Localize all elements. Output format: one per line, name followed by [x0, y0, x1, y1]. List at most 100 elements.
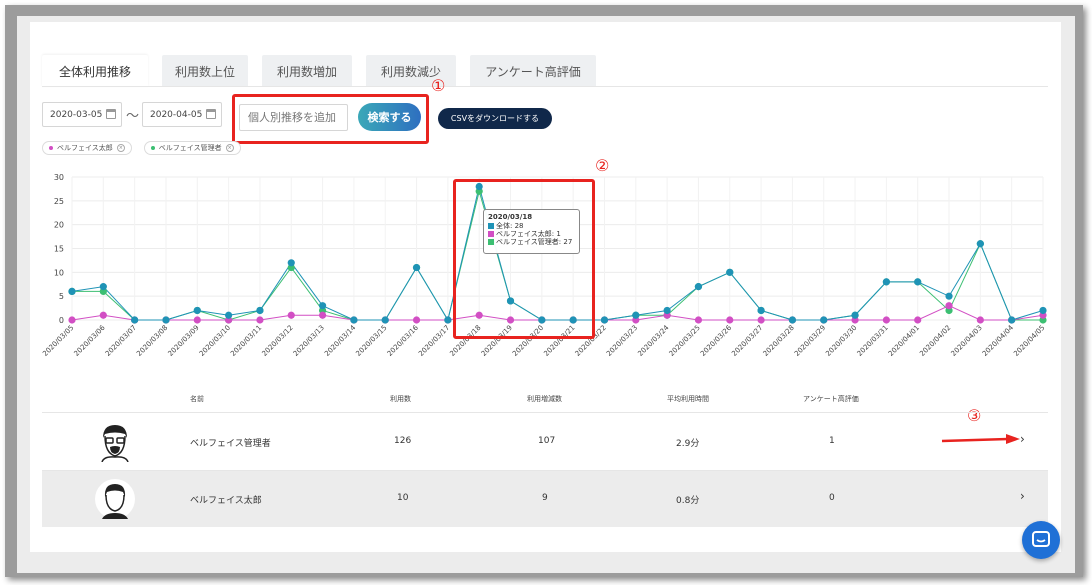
- x-tick-label: 2020/03/12: [260, 324, 294, 358]
- data-point: [381, 316, 389, 324]
- data-point: [945, 302, 953, 310]
- table-row[interactable]: ベルフェイス太郎 10 9 0.8分 0 ›: [42, 471, 1048, 527]
- data-point: [851, 311, 859, 319]
- tooltip-date: 2020/03/18: [488, 213, 533, 221]
- x-tick-label: 2020/03/05: [41, 324, 75, 358]
- x-tick-label: 2020/03/28: [762, 324, 796, 358]
- x-tick-label: 2020/03/06: [73, 323, 108, 358]
- data-point: [99, 311, 107, 319]
- data-point: [882, 316, 890, 324]
- y-tick-label: 30: [54, 173, 64, 182]
- y-tick-label: 20: [54, 221, 64, 230]
- data-point: [318, 311, 327, 319]
- data-point: [914, 278, 922, 286]
- annotation-arrow: [941, 434, 1020, 444]
- x-tick-label: 2020/03/09: [167, 324, 201, 358]
- x-tick-label: 2020/03/24: [636, 323, 671, 358]
- data-point: [1039, 306, 1047, 315]
- data-point: [694, 316, 703, 324]
- data-point: [350, 316, 358, 324]
- data-point: [444, 316, 452, 324]
- data-point: [757, 306, 765, 315]
- data-point: [694, 283, 703, 291]
- user-name: ベルフェイス太郎: [190, 496, 262, 506]
- data-point: [256, 306, 264, 315]
- data-point: [663, 306, 671, 315]
- x-tick-label: 2020/03/07: [104, 324, 138, 358]
- x-tick-label: 2020/04/02: [918, 324, 952, 358]
- annotation-box-chart: [453, 179, 595, 339]
- x-tick-label: 2020/03/15: [354, 324, 388, 358]
- glasses-man-icon: [101, 425, 129, 462]
- survey-rating: 0: [829, 493, 835, 503]
- data-point: [632, 311, 640, 319]
- data-point: [287, 311, 295, 319]
- y-tick-label: 15: [54, 245, 64, 254]
- x-tick-label: 2020/04/01: [887, 324, 921, 358]
- series-swatch: [488, 239, 494, 245]
- header-change: 利用増減数: [527, 395, 562, 403]
- header-name: 名前: [190, 395, 204, 403]
- header-avg-time: 平均利用時間: [667, 395, 709, 403]
- survey-rating: 1: [829, 436, 835, 446]
- chart-tooltip: 2020/03/18 全体: 28 ベルフェイス太郎: 1 ベルフェイス管理者:…: [483, 209, 580, 254]
- data-point: [976, 240, 984, 248]
- data-point: [225, 311, 233, 319]
- data-point: [287, 259, 295, 267]
- y-tick-label: 25: [54, 197, 64, 206]
- x-tick-label: 2020/03/08: [135, 324, 169, 358]
- chat-icon: [1032, 531, 1050, 547]
- average-time: 0.8分: [676, 496, 700, 506]
- chat-support-button[interactable]: [1022, 521, 1060, 559]
- x-tick-label: 2020/03/29: [793, 324, 827, 358]
- x-tick-label: 2020/03/17: [417, 324, 451, 358]
- user-name: ベルフェイス管理者: [190, 439, 271, 449]
- data-point: [976, 316, 984, 324]
- y-tick-label: 5: [59, 292, 64, 301]
- usage-change: 9: [542, 493, 548, 503]
- x-tick-label: 2020/04/03: [950, 324, 984, 358]
- data-point: [788, 316, 797, 324]
- chevron-right-icon[interactable]: ›: [1020, 489, 1025, 503]
- tooltip-line: ベルフェイス管理者: 27: [496, 238, 573, 246]
- data-point: [256, 316, 264, 324]
- data-point: [726, 268, 734, 276]
- x-tick-label: 2020/03/23: [605, 324, 639, 358]
- x-tick-label: 2020/03/16: [386, 323, 421, 358]
- header-usage: 利用数: [390, 395, 411, 403]
- x-tick-label: 2020/03/13: [292, 324, 326, 358]
- usage-change: 107: [538, 436, 556, 446]
- data-point: [193, 316, 201, 324]
- x-tick-label: 2020/03/14: [323, 323, 358, 358]
- x-tick-label: 2020/03/11: [229, 324, 263, 358]
- data-point: [131, 316, 139, 324]
- data-point: [726, 316, 734, 324]
- x-tick-label: 2020/03/30: [824, 324, 858, 358]
- series-swatch: [488, 231, 494, 237]
- data-point: [193, 306, 201, 315]
- data-point: [68, 287, 76, 295]
- man-icon: [95, 479, 135, 519]
- data-point: [68, 316, 76, 324]
- header-survey: アンケート高評価: [803, 395, 859, 403]
- data-point: [945, 292, 953, 300]
- y-tick-label: 10: [54, 268, 64, 277]
- table-row[interactable]: ベルフェイス管理者 126 107 2.9分 1 ›: [42, 413, 1048, 469]
- x-tick-label: 2020/03/26: [699, 323, 734, 358]
- data-point: [820, 316, 828, 324]
- data-point: [600, 316, 609, 324]
- data-point: [99, 283, 107, 291]
- data-point: [318, 302, 327, 310]
- data-point: [1008, 316, 1016, 324]
- x-tick-label: 2020/03/10: [198, 324, 232, 358]
- series-swatch: [488, 223, 494, 229]
- tooltip-row: ベルフェイス管理者: 27: [488, 238, 575, 246]
- data-point: [914, 316, 922, 324]
- x-tick-label: 2020/03/31: [856, 324, 890, 358]
- data-point: [412, 316, 421, 324]
- data-point: [757, 316, 765, 324]
- average-time: 2.9分: [676, 439, 700, 449]
- x-tick-label: 2020/03/25: [668, 324, 702, 358]
- data-point: [162, 316, 170, 324]
- data-point: [882, 278, 890, 286]
